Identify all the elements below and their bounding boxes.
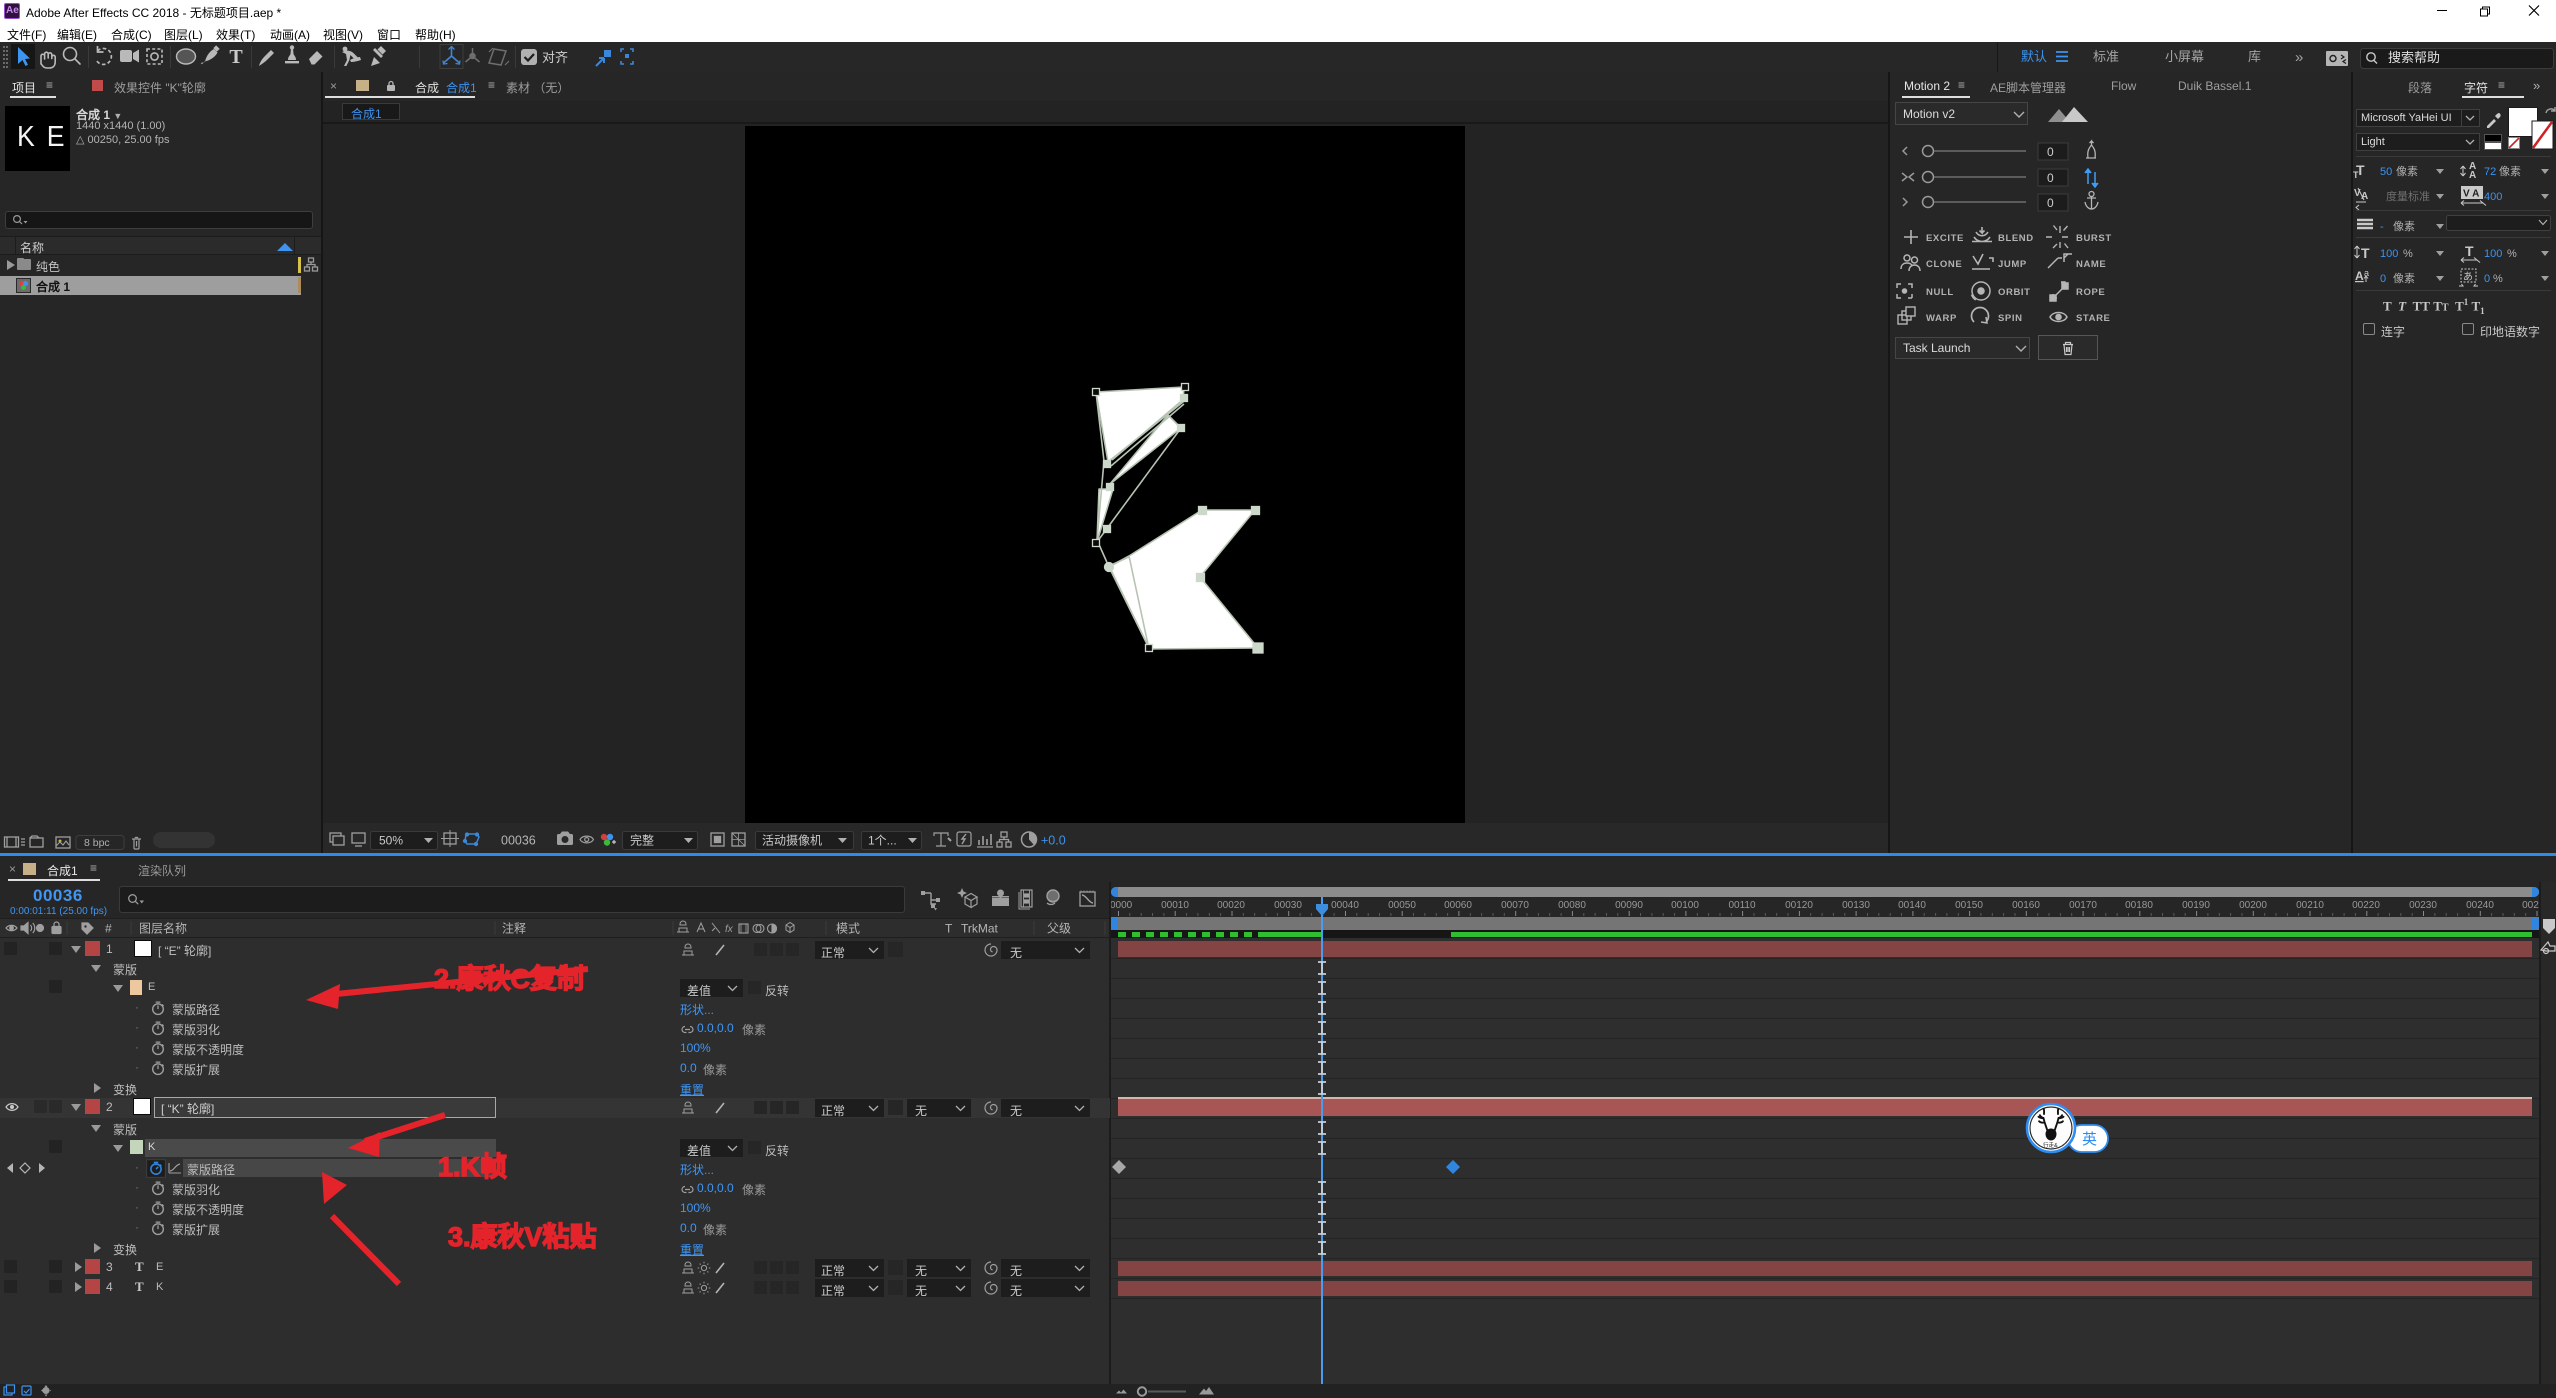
svg-text:3.康秋V粘贴: 3.康秋V粘贴 [448,1221,597,1252]
svg-text:行走&: 行走& [2043,1141,2058,1149]
svg-text:2.康秋C复制: 2.康秋C复制 [434,963,584,994]
svg-text:英: 英 [2082,1130,2097,1148]
svg-text:1.K帧: 1.K帧 [438,1152,507,1182]
